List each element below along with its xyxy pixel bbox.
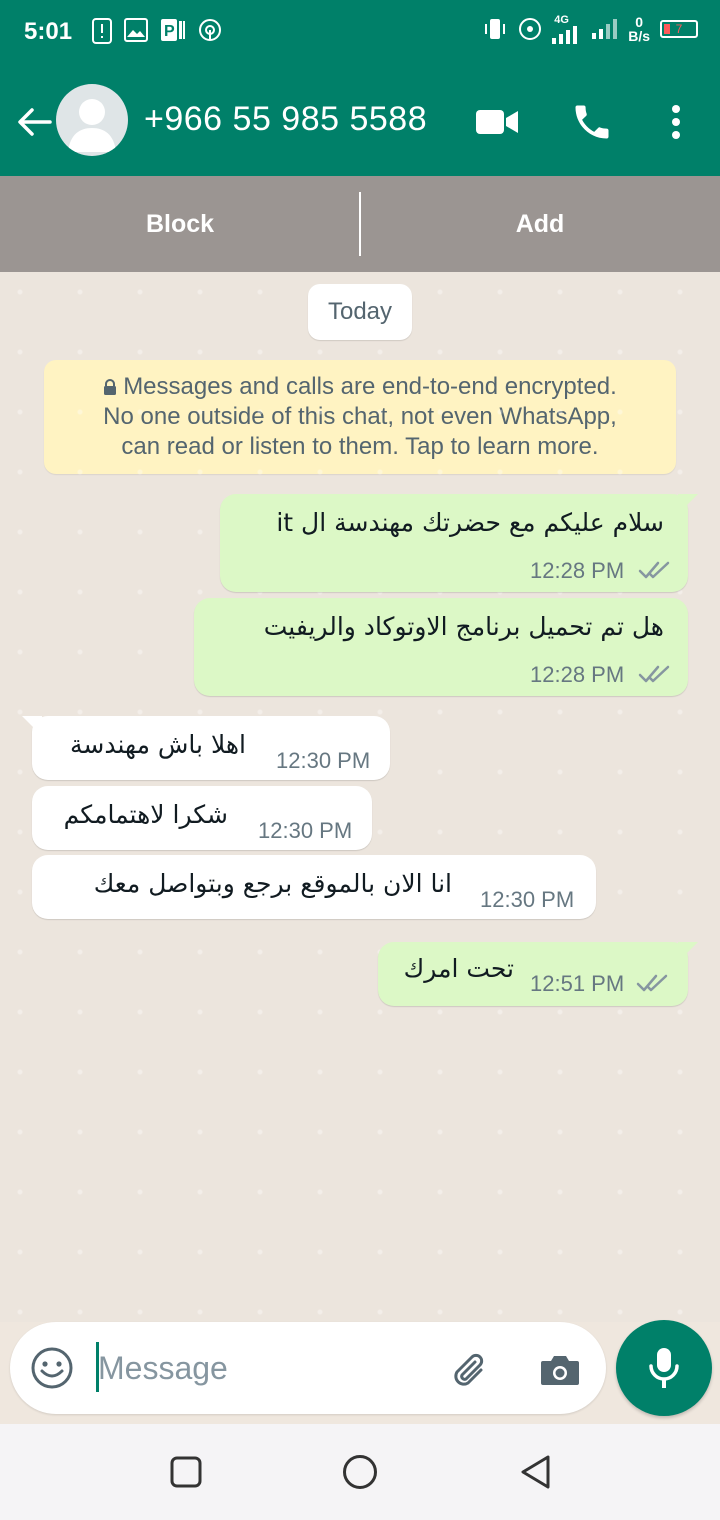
recents-button[interactable] xyxy=(170,1456,202,1488)
message-text: اهلا باش مهندسة xyxy=(70,730,246,759)
message-text: تحت امرك xyxy=(403,954,514,983)
date-chip: Today xyxy=(308,284,412,340)
message-time: 12:30 PM xyxy=(480,887,575,912)
message-time: 12:30 PM xyxy=(276,748,371,773)
voice-call-button[interactable] xyxy=(570,100,614,144)
message-time: 12:28 PM xyxy=(530,662,625,687)
status-time: 5:01 xyxy=(24,18,73,45)
gallery-icon xyxy=(124,18,148,42)
video-call-button[interactable] xyxy=(474,102,520,142)
unknown-contact-actions: Block Add xyxy=(0,176,720,272)
read-receipt-icon xyxy=(638,665,670,683)
message-bubble-outgoing[interactable]: سلام عليكم مع حضرتك مهندسة ال it 12:28 P… xyxy=(220,494,698,592)
status-bar: 5:01 P 4G 0 B/s 7 xyxy=(0,0,720,64)
encryption-line-3: can read or listen to them. Tap to learn… xyxy=(121,433,599,460)
message-composer xyxy=(10,1322,606,1414)
status-notification-icons: P xyxy=(92,18,222,44)
circle-icon xyxy=(343,1455,377,1489)
video-call-icon xyxy=(476,110,518,134)
chat-area[interactable]: Today Messages and calls are end-to-end … xyxy=(0,272,720,1322)
camera-button[interactable] xyxy=(538,1348,582,1392)
default-avatar-icon xyxy=(68,99,116,152)
contact-title[interactable]: +966 55 985 5588 xyxy=(144,100,427,139)
signal-icon xyxy=(592,19,618,39)
square-icon xyxy=(170,1456,202,1488)
home-button[interactable] xyxy=(342,1454,378,1490)
encryption-line-1: Messages and calls are end-to-end encryp… xyxy=(62,372,658,402)
message-bubble-incoming[interactable]: اهلا باش مهندسة 12:30 PM xyxy=(22,716,390,780)
block-button[interactable]: Block xyxy=(0,176,360,272)
parking-icon: P xyxy=(161,19,185,41)
signal-4g-icon: 4G xyxy=(552,14,582,44)
battery-level: 7 xyxy=(675,22,683,36)
network-speed-unit: B/s xyxy=(628,28,650,44)
camera-icon xyxy=(541,1356,579,1385)
network-type: 4G xyxy=(554,14,569,26)
message-input[interactable] xyxy=(98,1338,428,1398)
message-bubble-outgoing[interactable]: هل تم تحميل برنامج الاوتوكاد والريفيت 12… xyxy=(194,598,688,696)
svg-text:P: P xyxy=(164,23,175,40)
status-system-icons: 4G 0 B/s 7 xyxy=(482,14,698,44)
alert-icon xyxy=(92,18,112,44)
encryption-notice[interactable]: Messages and calls are end-to-end encryp… xyxy=(44,360,676,474)
message-bubble-outgoing[interactable]: تحت امرك 12:51 PM xyxy=(378,942,698,1006)
message-time: 12:28 PM xyxy=(530,558,625,583)
bubble-tail xyxy=(678,942,698,962)
read-receipt-icon xyxy=(638,561,670,579)
message-text: شكرا لاهتمامكم xyxy=(63,800,228,829)
encryption-line-1-text: Messages and calls are end-to-end encryp… xyxy=(123,373,617,400)
add-contact-button[interactable]: Add xyxy=(360,176,720,272)
voice-message-button[interactable] xyxy=(616,1320,712,1416)
read-receipt-icon xyxy=(636,974,668,992)
vibrate-icon xyxy=(485,19,506,39)
message-text: هل تم تحميل برنامج الاوتوكاد والريفيت xyxy=(263,612,664,641)
system-back-button[interactable] xyxy=(518,1454,554,1490)
back-arrow-icon xyxy=(18,108,52,136)
action-divider xyxy=(359,192,361,256)
voice-call-icon xyxy=(575,105,609,139)
bubble-tail xyxy=(678,494,698,514)
attach-button[interactable] xyxy=(448,1348,492,1392)
more-vert-icon xyxy=(672,105,680,139)
microphone-icon xyxy=(649,1348,679,1388)
hotspot-icon xyxy=(199,19,221,41)
contact-avatar[interactable] xyxy=(56,84,128,156)
message-text: انا الان بالموقع برجع وبتواصل معك xyxy=(93,869,452,898)
paperclip-icon xyxy=(454,1353,484,1386)
message-time: 12:30 PM xyxy=(258,818,353,843)
more-options-button[interactable] xyxy=(660,100,692,144)
network-speed: 0 B/s xyxy=(628,15,650,43)
triangle-back-icon xyxy=(521,1455,550,1489)
message-text: سلام عليكم مع حضرتك مهندسة ال it xyxy=(276,508,664,537)
chat-header: +966 55 985 5588 xyxy=(0,64,720,176)
lock-icon xyxy=(104,379,117,395)
back-button[interactable] xyxy=(12,100,56,144)
bubble-tail xyxy=(22,716,42,736)
message-bubble-incoming[interactable]: شكرا لاهتمامكم 12:30 PM xyxy=(32,786,372,850)
system-navigation-bar xyxy=(0,1424,720,1520)
battery-icon: 7 xyxy=(660,20,698,38)
encryption-line-2: No one outside of this chat, not even Wh… xyxy=(103,403,617,430)
emoji-icon xyxy=(31,1347,73,1389)
wifi-calling-icon xyxy=(519,18,542,40)
emoji-button[interactable] xyxy=(30,1346,74,1390)
network-speed-value: 0 xyxy=(635,14,643,30)
message-bubble-incoming[interactable]: انا الان بالموقع برجع وبتواصل معك 12:30 … xyxy=(32,855,596,919)
message-time: 12:51 PM xyxy=(530,971,625,996)
